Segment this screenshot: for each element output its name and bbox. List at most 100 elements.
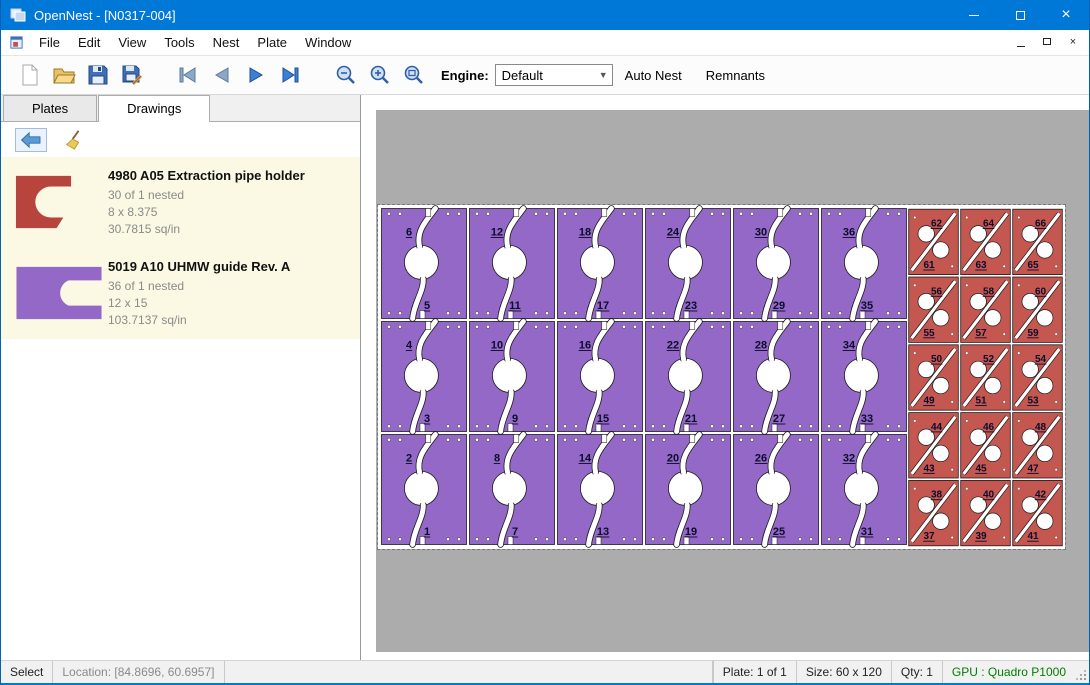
- svg-text:7: 7: [512, 526, 518, 538]
- svg-text:20: 20: [667, 453, 679, 465]
- svg-text:11: 11: [509, 300, 521, 312]
- resize-grip[interactable]: [1075, 661, 1089, 683]
- save-button[interactable]: [81, 60, 115, 90]
- svg-text:4: 4: [406, 340, 413, 352]
- engine-select[interactable]: Default ▼: [495, 64, 613, 86]
- plate[interactable]: 6512111817242330293635431091615222128273…: [378, 205, 1065, 549]
- part-title: 5019 A10 UHMW guide Rev. A: [108, 259, 290, 274]
- menu-view[interactable]: View: [109, 31, 155, 54]
- svg-text:54: 54: [1035, 354, 1047, 365]
- svg-text:41: 41: [1027, 531, 1039, 542]
- svg-text:29: 29: [773, 300, 785, 312]
- svg-text:1: 1: [424, 526, 430, 538]
- last-plate-button[interactable]: [273, 60, 307, 90]
- svg-text:51: 51: [975, 396, 987, 407]
- svg-text:34: 34: [843, 340, 856, 352]
- mdi-minimize-button[interactable]: [1013, 37, 1029, 48]
- first-arrow-icon: [176, 63, 200, 87]
- document-icon: [9, 35, 24, 50]
- auto-nest-button[interactable]: Auto Nest: [613, 68, 694, 83]
- svg-text:31: 31: [861, 526, 873, 538]
- menu-tools[interactable]: Tools: [155, 31, 203, 54]
- clear-drawings-button[interactable]: [63, 129, 85, 151]
- svg-text:35: 35: [861, 300, 873, 312]
- nested-parts-svg[interactable]: 6512111817242330293635431091615222128273…: [378, 205, 1065, 549]
- svg-text:24: 24: [667, 227, 680, 239]
- remnants-button[interactable]: Remnants: [694, 68, 777, 83]
- svg-text:55: 55: [923, 328, 935, 339]
- svg-text:30: 30: [755, 227, 767, 239]
- svg-text:38: 38: [931, 490, 943, 501]
- zoom-extents-button[interactable]: [397, 60, 431, 90]
- svg-text:45: 45: [975, 463, 987, 474]
- maximize-button[interactable]: [997, 0, 1043, 30]
- svg-text:37: 37: [923, 531, 935, 542]
- statusbar: Select Location: [84.8696, 60.6957] Plat…: [1, 660, 1089, 683]
- svg-text:3: 3: [424, 413, 430, 425]
- new-button[interactable]: [13, 60, 47, 90]
- minimize-button[interactable]: [951, 0, 997, 30]
- mdi-restore-button[interactable]: [1039, 37, 1055, 48]
- svg-text:61: 61: [923, 260, 935, 271]
- drawings-list: 4980 A05 Extraction pipe holder 30 of 1 …: [1, 157, 360, 660]
- list-item[interactable]: 4980 A05 Extraction pipe holder 30 of 1 …: [1, 157, 360, 248]
- svg-text:40: 40: [983, 490, 995, 501]
- svg-text:43: 43: [923, 463, 935, 474]
- svg-text:28: 28: [755, 340, 767, 352]
- nest-viewport[interactable]: 6512111817242330293635431091615222128273…: [376, 110, 1089, 652]
- sidebar: Plates Drawings: [1, 95, 361, 660]
- status-location: Location: [84.8696, 60.6957]: [53, 661, 225, 683]
- svg-text:23: 23: [685, 300, 697, 312]
- svg-text:22: 22: [667, 340, 679, 352]
- menu-nest[interactable]: Nest: [204, 31, 249, 54]
- mdi-close-button[interactable]: ×: [1065, 37, 1081, 48]
- next-plate-button[interactable]: [239, 60, 273, 90]
- back-arrow-icon: [20, 131, 42, 149]
- svg-text:66: 66: [1035, 219, 1047, 230]
- new-document-icon: [18, 63, 42, 87]
- previous-arrow-icon: [210, 63, 234, 87]
- svg-text:52: 52: [983, 354, 995, 365]
- first-plate-button[interactable]: [171, 60, 205, 90]
- zoom-in-button[interactable]: [363, 60, 397, 90]
- close-button[interactable]: ×: [1043, 0, 1089, 30]
- svg-text:27: 27: [773, 413, 785, 425]
- part-nested-count: 36 of 1 nested: [108, 278, 290, 295]
- menu-edit[interactable]: Edit: [69, 31, 109, 54]
- open-button[interactable]: [47, 60, 81, 90]
- zoom-out-button[interactable]: [329, 60, 363, 90]
- svg-text:39: 39: [975, 531, 987, 542]
- menu-window[interactable]: Window: [296, 31, 360, 54]
- svg-text:16: 16: [579, 340, 591, 352]
- next-arrow-icon: [244, 63, 268, 87]
- zoom-extents-icon: [402, 63, 426, 87]
- engine-label: Engine:: [441, 68, 489, 83]
- app-window: OpenNest - [N0317-004] × File Edit View …: [0, 0, 1090, 685]
- svg-text:64: 64: [983, 219, 995, 230]
- app-icon: [10, 7, 26, 23]
- svg-text:15: 15: [597, 413, 609, 425]
- import-drawing-button[interactable]: [15, 128, 47, 152]
- svg-text:8: 8: [494, 453, 500, 465]
- broom-icon: [63, 129, 85, 151]
- previous-plate-button[interactable]: [205, 60, 239, 90]
- list-item[interactable]: 5019 A10 UHMW guide Rev. A 36 of 1 neste…: [1, 248, 360, 339]
- svg-text:44: 44: [931, 422, 943, 433]
- svg-text:46: 46: [983, 422, 995, 433]
- sidebar-tabstrip: Plates Drawings: [1, 95, 360, 122]
- nest-canvas[interactable]: 6512111817242330293635431091615222128273…: [361, 95, 1089, 660]
- svg-text:10: 10: [491, 340, 503, 352]
- main-toolbar: Engine: Default ▼ Auto Nest Remnants: [1, 56, 1089, 95]
- menu-plate[interactable]: Plate: [248, 31, 296, 54]
- tab-drawings[interactable]: Drawings: [98, 95, 210, 122]
- menu-file[interactable]: File: [30, 31, 69, 54]
- main-body: Plates Drawings: [1, 95, 1089, 660]
- tab-plates[interactable]: Plates: [3, 95, 97, 121]
- save-icon: [86, 63, 110, 87]
- svg-text:14: 14: [579, 453, 592, 465]
- zoom-out-icon: [334, 63, 358, 87]
- drawings-toolbar: [1, 122, 360, 157]
- part-title: 4980 A05 Extraction pipe holder: [108, 168, 305, 183]
- save-as-button[interactable]: [115, 60, 149, 90]
- last-arrow-icon: [278, 63, 302, 87]
